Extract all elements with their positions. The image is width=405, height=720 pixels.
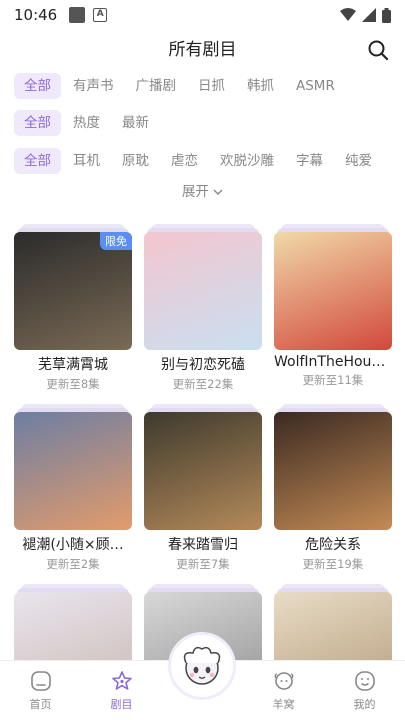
drama-title: 芜草满霄城 <box>38 357 108 373</box>
drama-episode-count: 更新至7集 <box>176 557 230 571</box>
tab-dramas-label: 剧目 <box>110 698 133 711</box>
drama-cover[interactable] <box>274 232 392 350</box>
filter-category-row: 全部 有声书 广播剧 日抓 韩抓 ASMR <box>14 73 347 99</box>
mascot-button[interactable] <box>171 635 233 697</box>
drama-episode-count: 更新至11集 <box>302 373 364 387</box>
clock: 10:46 <box>14 6 58 24</box>
tab-dramas[interactable]: 剧目 <box>81 661 162 720</box>
drama-title: WolfInTheHous… <box>274 354 392 370</box>
sheep-icon <box>274 672 293 690</box>
smile-icon <box>354 671 375 691</box>
home-icon <box>30 671 51 691</box>
filter-tag-headphones[interactable]: 耳机 <box>63 148 110 174</box>
filter-sort-hot[interactable]: 热度 <box>63 110 110 136</box>
drama-episode-count: 更新至22集 <box>172 377 234 391</box>
notification-icon <box>69 7 86 23</box>
drama-episode-count: 更新至8集 <box>46 377 100 391</box>
filter-category-all[interactable]: 全部 <box>14 73 61 99</box>
drama-title: 春来踏雪归 <box>168 537 238 553</box>
status-bar: 10:46 A <box>0 0 405 30</box>
drama-card[interactable]: 春来踏雪归更新至7集 <box>144 404 262 572</box>
drama-title: 危险关系 <box>305 537 361 553</box>
filter-tag-row: 全部 耳机 原耽 虐恋 欢脱沙雕 字幕 纯爱 <box>14 148 384 174</box>
free-badge: 限免 <box>100 232 132 250</box>
filter-category-radio-drama[interactable]: 广播剧 <box>126 73 187 99</box>
page-title: 所有剧目 <box>168 40 237 60</box>
filter-sort-latest[interactable]: 最新 <box>112 110 159 136</box>
expand-label: 展开 <box>181 184 209 200</box>
star-icon <box>111 671 132 690</box>
filter-sort-row: 全部 热度 最新 <box>14 110 161 136</box>
filter-category-asmr[interactable]: ASMR <box>286 73 345 99</box>
tab-home[interactable]: 首页 <box>0 661 81 720</box>
filter-category-korean[interactable]: 韩抓 <box>237 73 284 99</box>
filter-tag-comedy[interactable]: 欢脱沙雕 <box>210 148 284 174</box>
drama-cover[interactable] <box>274 412 392 530</box>
tab-home-label: 首页 <box>29 698 52 711</box>
drama-cover[interactable]: 限免 <box>14 232 132 350</box>
filter-category-japanese[interactable]: 日抓 <box>188 73 235 99</box>
drama-card[interactable]: WolfInTheHous… 更新至11集 <box>274 224 392 388</box>
signal-icon <box>362 8 376 22</box>
drama-cover[interactable] <box>144 412 262 530</box>
tab-sheep-den[interactable]: 羊窝 <box>243 661 324 720</box>
filter-tag-angst[interactable]: 虐恋 <box>161 148 208 174</box>
drama-cover[interactable] <box>144 232 262 350</box>
expand-filters-button[interactable]: 展开 <box>0 180 405 200</box>
drama-card[interactable]: 限免芜草满霄城更新至8集 <box>14 224 132 392</box>
app-notification-icon: A <box>93 8 108 22</box>
filter-tag-pure-love[interactable]: 纯爱 <box>335 148 382 174</box>
drama-episode-count: 更新至2集 <box>46 557 100 571</box>
battery-icon <box>382 7 391 23</box>
filter-tag-all[interactable]: 全部 <box>14 148 61 174</box>
tab-profile-label: 我的 <box>353 698 376 711</box>
drama-cover[interactable] <box>14 412 132 530</box>
chevron-down-icon <box>213 189 223 195</box>
tab-profile[interactable]: 我的 <box>324 661 405 720</box>
filter-tag-subtitles[interactable]: 字幕 <box>286 148 333 174</box>
drama-title: 别与初恋死磕 <box>161 357 245 373</box>
search-icon[interactable] <box>367 39 389 61</box>
page-header: 所有剧目 <box>0 34 405 68</box>
wifi-icon <box>340 8 356 21</box>
drama-card[interactable]: 别与初恋死磕 更新至22集 <box>144 224 262 392</box>
drama-title: 褪潮(小随×顾… <box>22 537 124 553</box>
drama-card[interactable]: 褪潮(小随×顾… 更新至2集 <box>14 404 132 572</box>
filter-tag-original[interactable]: 原耽 <box>112 148 159 174</box>
tab-sheep-den-label: 羊窝 <box>272 698 295 711</box>
mascot-icon <box>183 646 221 685</box>
filter-sort-all[interactable]: 全部 <box>14 110 61 136</box>
drama-episode-count: 更新至19集 <box>302 557 364 571</box>
filter-category-audiobook[interactable]: 有声书 <box>63 73 124 99</box>
drama-card[interactable]: 危险关系更新至19集 <box>274 404 392 572</box>
